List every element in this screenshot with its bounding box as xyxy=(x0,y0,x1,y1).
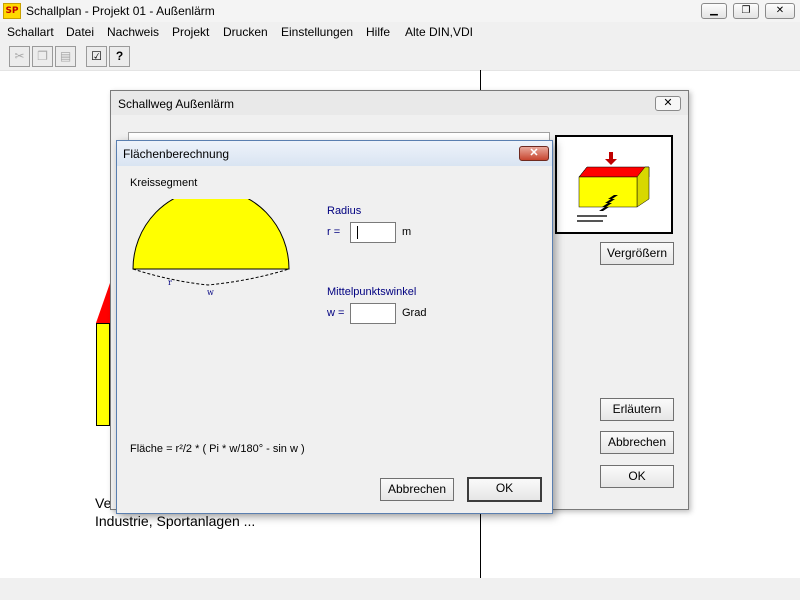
angle-unit: Grad xyxy=(402,307,427,319)
building-preview-graphic xyxy=(577,152,650,222)
flaeche-ok-button[interactable]: OK xyxy=(467,477,542,502)
erlaeutern-button[interactable]: Erläutern xyxy=(600,398,674,421)
restore-button[interactable]: ❐ xyxy=(733,3,759,19)
restore-icon: ❐ xyxy=(741,5,751,16)
menu-hilfe[interactable]: Hilfe xyxy=(366,25,390,39)
cut-button[interactable]: ✂ xyxy=(9,46,30,67)
shape-label: Kreissegment xyxy=(130,177,198,189)
menu-alte-din-vdi[interactable]: Alte DIN,VDI xyxy=(405,25,473,39)
house-body-graphic xyxy=(96,323,110,426)
circle-segment-diagram: r w xyxy=(132,199,290,297)
diagram-w-label: w xyxy=(207,288,214,297)
flaechenberechnung-dialog: Flächenberechnung ✕ Kreissegment r w Rad… xyxy=(116,140,553,514)
radius-unit: m xyxy=(402,226,412,238)
window-titlebar: SP Schallplan - Projekt 01 - Außenlärm ▁… xyxy=(0,0,800,23)
minimize-icon: ▁ xyxy=(710,5,718,16)
house-roof-graphic xyxy=(96,283,110,323)
app-logo-icon: SP xyxy=(3,3,21,19)
copy-button[interactable]: ❐ xyxy=(32,46,53,67)
menu-projekt[interactable]: Projekt xyxy=(172,25,209,39)
angle-input[interactable] xyxy=(350,303,396,324)
menu-schallart[interactable]: Schallart xyxy=(7,25,54,39)
w-label: w = xyxy=(327,307,345,319)
menu-nachweis[interactable]: Nachweis xyxy=(107,25,159,39)
close-icon: ✕ xyxy=(775,5,785,16)
vergroessern-button[interactable]: Vergrößern xyxy=(600,242,674,265)
status-bar xyxy=(0,578,800,600)
background-text-line2: Industrie, Sportanlagen ... xyxy=(95,513,256,529)
window-title: Schallplan - Projekt 01 - Außenlärm xyxy=(26,4,215,18)
close-button[interactable]: ✕ xyxy=(765,3,795,19)
schallweg-ok-button[interactable]: OK xyxy=(600,465,674,488)
menu-einstellungen[interactable]: Einstellungen xyxy=(281,25,353,39)
area-formula: Fläche = r²/2 * ( Pi * w/180° - sin w ) xyxy=(130,443,305,455)
diagram-r-label: r xyxy=(168,278,172,287)
schallweg-abbrechen-button[interactable]: Abbrechen xyxy=(600,431,674,454)
menu-drucken[interactable]: Drucken xyxy=(223,25,268,39)
close-icon: ✕ xyxy=(663,97,673,109)
schallweg-title: Schallweg Außenlärm xyxy=(118,97,235,111)
flaeche-close-button[interactable]: ✕ xyxy=(519,146,549,161)
toolbar: ✂ ❐ ▤ ☑ ? xyxy=(0,42,800,71)
radius-input[interactable] xyxy=(350,222,396,243)
menu-bar: Schallart Datei Nachweis Projekt Drucken… xyxy=(0,22,800,42)
background-text-line1: Ve xyxy=(95,495,112,511)
context-help-button[interactable]: ? xyxy=(109,46,130,67)
schallweg-titlebar: Schallweg Außenlärm ✕ xyxy=(111,91,688,115)
text-caret xyxy=(357,226,358,239)
r-label: r = xyxy=(327,226,341,238)
properties-button[interactable]: ☑ xyxy=(86,46,107,67)
copy-icon: ❐ xyxy=(37,49,48,63)
context-help-icon: ? xyxy=(115,49,124,63)
angle-heading: Mittelpunktswinkel xyxy=(327,286,417,298)
minimize-button[interactable]: ▁ xyxy=(701,3,727,19)
close-icon: ✕ xyxy=(529,147,539,159)
flaeche-title: Flächenberechnung xyxy=(123,147,230,161)
cut-icon: ✂ xyxy=(14,49,25,63)
schallweg-close-button[interactable]: ✕ xyxy=(655,96,681,111)
paste-icon: ▤ xyxy=(59,49,72,63)
menu-datei[interactable]: Datei xyxy=(66,25,94,39)
flaeche-abbrechen-button[interactable]: Abbrechen xyxy=(380,478,454,501)
flaeche-titlebar: Flächenberechnung ✕ xyxy=(117,141,552,166)
properties-icon: ☑ xyxy=(91,49,102,63)
radius-heading: Radius xyxy=(327,205,362,217)
building-preview xyxy=(555,135,673,234)
paste-button[interactable]: ▤ xyxy=(55,46,76,67)
